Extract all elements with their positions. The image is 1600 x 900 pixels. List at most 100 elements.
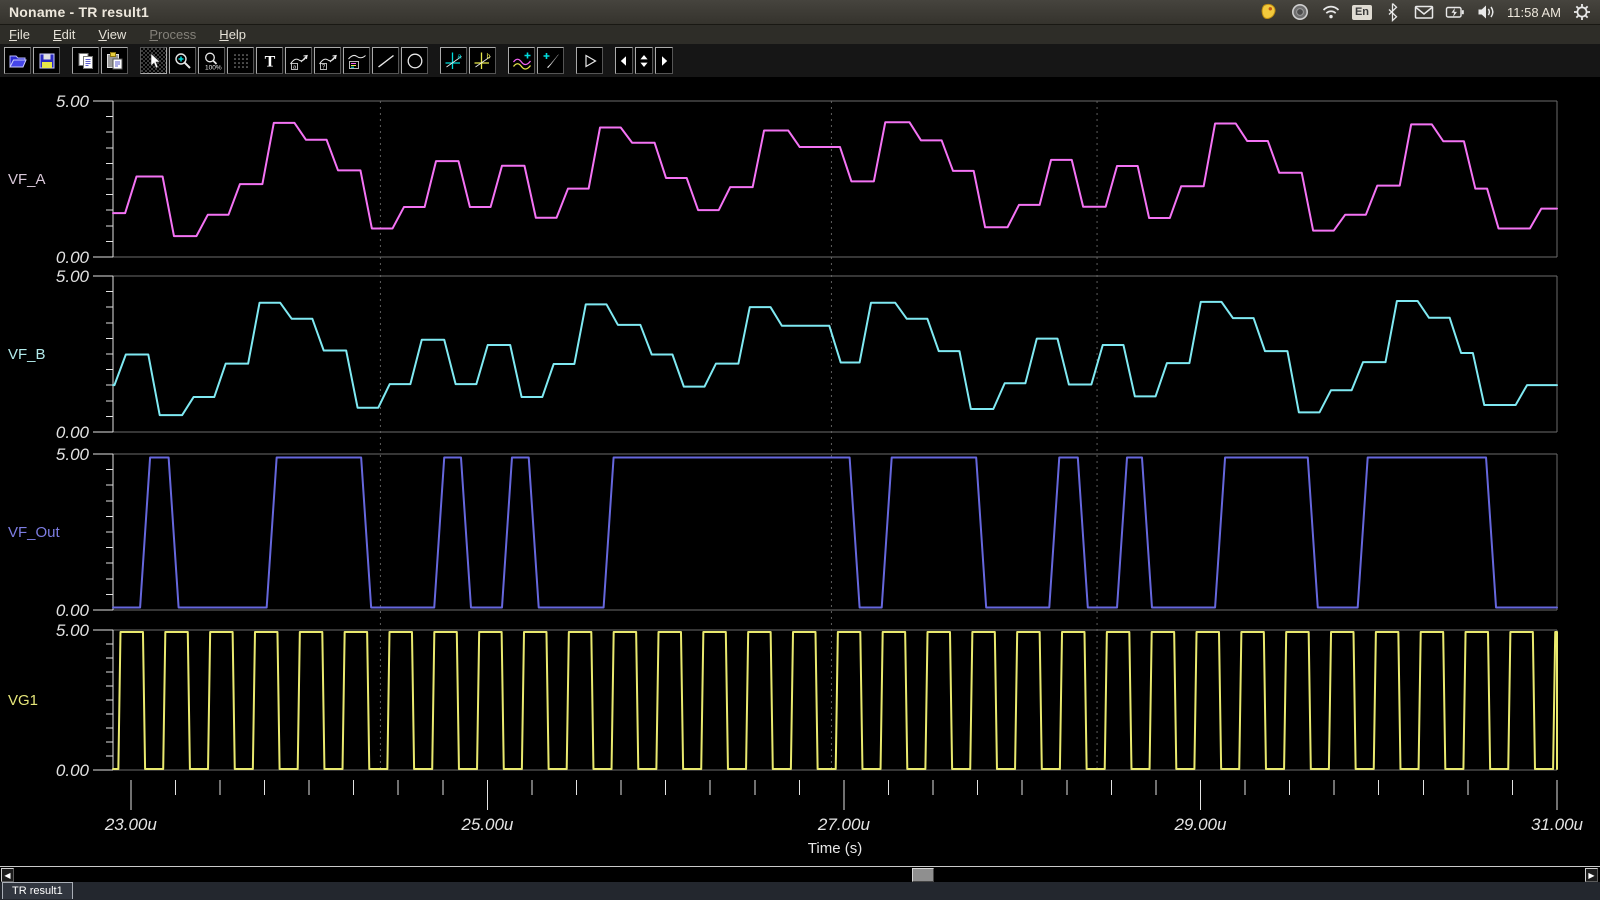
scrollbar-right-button[interactable]: ▶ — [1585, 868, 1598, 882]
cursor-a-button[interactable]: a — [440, 47, 467, 74]
menu-view[interactable]: View — [98, 27, 126, 42]
toolbar-group — [72, 47, 128, 74]
text-button[interactable]: T — [256, 47, 283, 74]
curve-arrow-a-icon: a — [289, 51, 309, 71]
signal-label-VF_B: VF_B — [8, 346, 46, 363]
wifi-icon[interactable] — [1321, 2, 1341, 22]
session-icon — [1572, 2, 1592, 22]
toolbar-group — [4, 47, 60, 74]
arrow-right-icon — [656, 51, 672, 71]
trace-VF_A — [113, 122, 1557, 236]
cursor-b-button[interactable]: b — [469, 47, 496, 74]
toolbar-group: 100% Ta? — [140, 47, 428, 74]
screenshot-icon[interactable] — [1290, 2, 1310, 22]
play-button[interactable] — [576, 47, 603, 74]
curve-arrow-q-icon: ? — [318, 51, 338, 71]
app-icon[interactable] — [1259, 2, 1279, 22]
panel-VG1: 5.00 0.00 VG1 — [8, 621, 1557, 780]
scrollbar-thumb[interactable] — [912, 868, 934, 882]
annotate-curve-button[interactable]: a — [285, 47, 312, 74]
paste-icon — [105, 51, 125, 71]
svg-text:T: T — [264, 53, 275, 70]
titlebar: Noname - TR result1 En 11:58 AM — [0, 0, 1600, 25]
y-tick-label: 5.00 — [56, 621, 90, 640]
x-tick-label: 25.00u — [461, 815, 513, 835]
save-button[interactable] — [33, 47, 60, 74]
pointer-icon — [144, 51, 164, 71]
svg-text:100%: 100% — [205, 64, 222, 71]
panel-VF_A: 5.000.00VF_A — [8, 92, 1557, 267]
y-tick-label: 5.00 — [56, 445, 90, 464]
battery-icon[interactable] — [1445, 2, 1465, 22]
session-icon[interactable] — [1572, 2, 1592, 22]
folder-open-icon — [8, 51, 28, 71]
arrow-left-icon — [616, 51, 632, 71]
menu-help[interactable]: Help — [219, 27, 246, 42]
signal-label-VF_Out: VF_Out — [8, 524, 61, 541]
bluetooth-icon — [1383, 2, 1403, 22]
menubar: FileEditViewProcessHelp — [0, 25, 1600, 44]
spinner-icon — [636, 51, 652, 71]
mail-icon[interactable] — [1414, 2, 1434, 22]
curve-query-button[interactable]: ? — [314, 47, 341, 74]
probe-plus-icon — [541, 51, 561, 71]
copy-icon — [76, 51, 96, 71]
waveform-plot: 5.000.00VF_A5.000.00VF_B5.000.00VF_Out5.… — [0, 0, 1600, 900]
open-button[interactable] — [4, 47, 31, 74]
horizontal-scrollbar[interactable]: ◀ ▶ — [0, 866, 1600, 883]
y-tick-label: 0.00 — [56, 761, 90, 780]
x-axis-title: Time (s) — [808, 840, 862, 857]
panel-VF_Out: 5.00 0.00 VF_Out — [8, 445, 1557, 620]
battery-icon — [1445, 2, 1465, 22]
paste-button[interactable] — [101, 47, 128, 74]
copy-button[interactable] — [72, 47, 99, 74]
cursor-a-icon: a — [444, 51, 464, 71]
scroll-right-button[interactable] — [655, 47, 673, 74]
system-tray: En 11:58 AM — [1259, 2, 1600, 22]
scroll-left-button[interactable] — [615, 47, 633, 74]
grid-button[interactable] — [227, 47, 254, 74]
bluetooth-icon[interactable] — [1383, 2, 1403, 22]
add-curve-button[interactable] — [508, 47, 535, 74]
y-tick-label: 0.00 — [56, 248, 90, 267]
spin-button[interactable] — [635, 47, 653, 74]
x-tick-label: 31.00u — [1531, 815, 1583, 835]
y-tick-label: 5.00 — [56, 267, 90, 286]
x-tick-label: 29.00u — [1174, 815, 1226, 835]
menu-file[interactable]: File — [9, 27, 30, 42]
zoom-in-button[interactable] — [169, 47, 196, 74]
zoom-in-icon — [173, 51, 193, 71]
volume-icon — [1476, 2, 1496, 22]
zoom-100-button[interactable]: 100% — [198, 47, 225, 74]
tab-tr-result1[interactable]: TR result1 — [2, 882, 73, 899]
toolbar-group: ab — [440, 47, 496, 74]
mail-icon — [1414, 2, 1434, 22]
y-tick-label: 0.00 — [56, 601, 90, 620]
cursor-b-icon: b — [473, 51, 493, 71]
x-tick-label: 27.00u — [818, 815, 870, 835]
x-tick-label: 23.00u — [105, 815, 157, 835]
menu-edit[interactable]: Edit — [53, 27, 75, 42]
probe-button[interactable] — [537, 47, 564, 74]
grid-icon — [231, 51, 251, 71]
add-curves-icon — [512, 51, 532, 71]
toolbar-group — [576, 47, 603, 74]
panel-VF_B: 5.00 0.00 VF_B — [8, 267, 1557, 442]
scrollbar-left-button[interactable]: ◀ — [1, 868, 14, 882]
toolbar-group — [508, 47, 564, 74]
keyboard-layout-indicator[interactable]: En — [1352, 5, 1372, 20]
line-button[interactable] — [372, 47, 399, 74]
pointer-button[interactable] — [140, 47, 167, 74]
volume-icon[interactable] — [1476, 2, 1496, 22]
legend-button[interactable] — [343, 47, 370, 74]
window-title: Noname - TR result1 — [0, 4, 149, 20]
screenshot-icon — [1290, 2, 1310, 22]
clock[interactable]: 11:58 AM — [1507, 5, 1561, 20]
trace-VF_Out — [113, 458, 1557, 608]
trace-VG1 — [113, 632, 1557, 769]
ellipse-button[interactable] — [401, 47, 428, 74]
y-tick-label: 0.00 — [56, 423, 90, 442]
play-icon — [580, 51, 600, 71]
curve-legend-icon — [347, 51, 367, 71]
signal-label-VG1: VG1 — [8, 692, 38, 709]
